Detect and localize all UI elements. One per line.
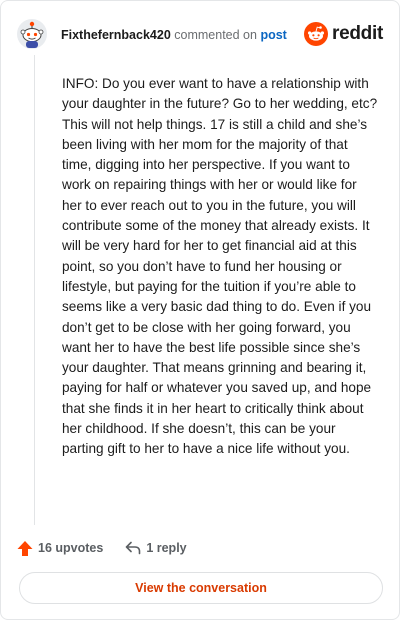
post-link[interactable]: post: [260, 28, 286, 42]
username[interactable]: Fixthefernback420: [61, 28, 171, 42]
reddit-logo-icon: [304, 22, 329, 46]
reddit-brand[interactable]: reddit: [304, 21, 383, 47]
reply-arrow-icon: [126, 541, 141, 555]
brand-wordmark: reddit: [332, 23, 383, 44]
upvote-count: 16 upvotes: [38, 541, 104, 555]
comment-actions: 16 upvotes 1 reply: [17, 537, 187, 559]
snoo-avatar-icon[interactable]: [17, 19, 47, 49]
reply-count: 1 reply: [146, 541, 187, 555]
comment-body: INFO: Do you ever want to have a relatio…: [62, 76, 378, 457]
thread-line: [34, 55, 35, 525]
comment-card: Fixthefernback420 commented on post redd…: [0, 0, 400, 620]
view-conversation-button[interactable]: View the conversation: [19, 572, 383, 604]
reply-button[interactable]: 1 reply: [125, 541, 187, 555]
comment-meta: Fixthefernback420 commented on post: [61, 27, 287, 43]
upvote-arrow-icon: [17, 540, 33, 556]
upvote-button[interactable]: 16 upvotes: [17, 540, 103, 557]
action-text: commented on: [174, 28, 257, 42]
comment-header: Fixthefernback420 commented on post redd…: [17, 19, 385, 51]
